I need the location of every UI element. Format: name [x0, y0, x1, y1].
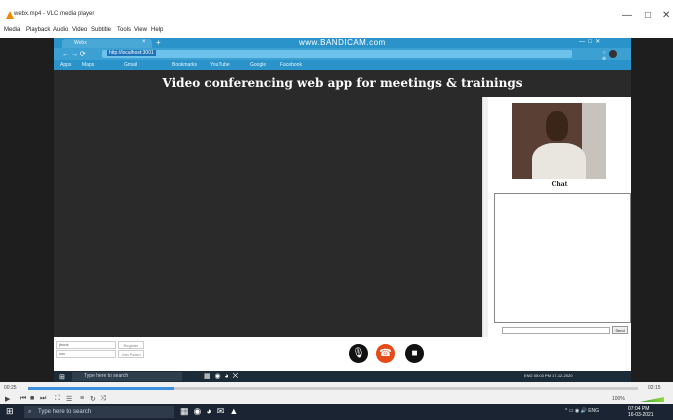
sidebar: Chat Send: [488, 97, 631, 337]
prev-icon[interactable]: ⏮: [20, 395, 26, 403]
new-tab-icon[interactable]: +: [156, 38, 161, 47]
vlc-menu-bar: Media Playback Audio Video Subtitle Tool…: [0, 26, 673, 38]
bookmark-bookmarks[interactable]: Bookmarks: [172, 62, 197, 68]
vlc-controls: ▶ ⏮ ■ ⏭ ⛶ ☰ ≡ ↻ ⤨ 100%: [0, 394, 673, 404]
bookmarks-bar: Apps Maps Gmail Bookmarks YouTube Google…: [54, 60, 631, 70]
menu-help[interactable]: Help: [151, 27, 163, 33]
fullscreen-icon[interactable]: ⛶: [55, 395, 60, 403]
url-text: http://localhost:3001: [107, 50, 156, 56]
maximize-icon[interactable]: □: [645, 10, 651, 21]
send-button[interactable]: Send: [612, 326, 628, 334]
playlist-icon[interactable]: ≡: [80, 395, 84, 402]
camera-icon[interactable]: ■: [405, 344, 424, 363]
remote-video: [54, 97, 484, 337]
menu-playback[interactable]: Playback: [26, 27, 50, 33]
vlc-seek-bar: 00:25 02:15: [0, 382, 673, 394]
volume-value: 100%: [612, 396, 625, 402]
local-video: [512, 103, 606, 179]
password-input[interactable]: xxx: [56, 350, 116, 358]
recorded-screen: Webx × + www.BANDICAM.com — □ ✕ ← → ⟳ ht…: [54, 38, 631, 382]
menu-tools[interactable]: Tools: [117, 27, 131, 33]
tab-label: Webx: [74, 40, 87, 46]
browser-tab[interactable]: Webx ×: [62, 39, 152, 48]
windows-start-icon[interactable]: ⊞: [59, 373, 65, 381]
minimize-icon[interactable]: —: [622, 10, 632, 21]
page-title: Video conferencing web app for meetings …: [162, 76, 523, 90]
menu-view[interactable]: View: [134, 27, 147, 33]
seek-slider[interactable]: [28, 387, 638, 390]
shuffle-icon[interactable]: ⤨: [100, 395, 106, 403]
bookmark-facebook[interactable]: Facebook: [280, 62, 302, 68]
vlc-video-area[interactable]: Webx × + www.BANDICAM.com — □ ✕ ← → ⟳ ht…: [0, 38, 673, 382]
bookmark-gmail[interactable]: Gmail: [124, 62, 137, 68]
person-head: [546, 111, 568, 141]
system-tray: ENG 05:03 PM 17-12-2020: [524, 373, 573, 378]
menu-subtitle[interactable]: Subtitle: [91, 27, 111, 33]
volume-slider[interactable]: [640, 397, 664, 402]
profile-avatar[interactable]: [609, 50, 617, 58]
menu-media[interactable]: Media: [4, 27, 20, 33]
chat-heading: Chat: [551, 181, 568, 188]
person-body: [532, 143, 586, 179]
chat-messages[interactable]: [494, 193, 631, 323]
address-bar[interactable]: http://localhost:3001 ☆ ⊕ ○: [102, 50, 606, 68]
close-icon[interactable]: ✕: [662, 10, 670, 21]
vlc-title-bar: webx.mp4 - VLC media player — □ ✕: [0, 0, 673, 26]
bookmark-youtube[interactable]: YouTube: [210, 62, 230, 68]
chat-input[interactable]: [502, 327, 610, 334]
register-button[interactable]: Register: [118, 341, 144, 349]
browser-toolbar: ← → ⟳ http://localhost:3001 ☆ ⊕ ○: [54, 48, 631, 68]
seek-progress: [28, 387, 175, 390]
search-icon: ⌕: [28, 409, 32, 415]
elapsed-time: 00:25: [4, 385, 17, 391]
join-room-button[interactable]: Join Room: [118, 350, 144, 358]
nav-arrows-icon[interactable]: ← → ⟳: [62, 50, 86, 58]
taskbar-apps[interactable]: ▦ ◉ ◕ ⨉: [204, 372, 238, 381]
call-controls: jhonk xxx Register Join Room 🎙 ☎ ■: [54, 337, 631, 371]
hang-up-icon[interactable]: ☎: [376, 344, 395, 363]
windows-start-icon[interactable]: ⊞: [6, 406, 14, 417]
browser-window-controls[interactable]: — □ ✕: [579, 38, 629, 45]
taskbar-search[interactable]: Type here to search: [72, 372, 182, 381]
bookmark-maps[interactable]: Maps: [82, 62, 94, 68]
browser-tab-bar: Webx × + www.BANDICAM.com — □ ✕: [54, 38, 631, 48]
vlc-cone-icon: [6, 11, 14, 19]
bookmark-apps[interactable]: Apps: [60, 62, 71, 68]
system-tray: ^ ▭ ◉ 🔊 ENG: [565, 408, 600, 414]
tab-close-icon[interactable]: ×: [142, 39, 146, 45]
next-icon[interactable]: ⏭: [40, 395, 46, 403]
taskbar-apps[interactable]: ▦ ◉ ◕ ✉ ▲: [180, 406, 238, 417]
stop-icon[interactable]: ■: [30, 395, 34, 402]
room-input[interactable]: jhonk: [56, 341, 116, 349]
menu-video[interactable]: Video: [72, 27, 87, 33]
total-time: 02:15: [648, 385, 661, 391]
microphone-icon[interactable]: 🎙: [349, 344, 368, 363]
clock[interactable]: 07:04 PM 16-03-2021: [628, 406, 654, 418]
loop-icon[interactable]: ↻: [90, 395, 96, 403]
recorded-taskbar: ⊞ Type here to search ▦ ◉ ◕ ⨉ ENG 05:03 …: [54, 371, 631, 382]
play-icon[interactable]: ▶: [5, 395, 10, 403]
bandicam-watermark: www.BANDICAM.com: [299, 38, 386, 47]
menu-audio[interactable]: Audio: [53, 27, 68, 33]
taskbar-search[interactable]: ⌕ Type here to search: [24, 406, 174, 418]
app-header: Video conferencing web app for meetings …: [54, 70, 631, 97]
host-taskbar: ⊞ ⌕ Type here to search ▦ ◉ ◕ ✉ ▲ ^ ▭ ◉ …: [0, 404, 673, 420]
vlc-window-title: webx.mp4 - VLC media player: [14, 11, 95, 17]
extended-settings-icon[interactable]: ☰: [66, 395, 72, 403]
bookmark-google[interactable]: Google: [250, 62, 266, 68]
